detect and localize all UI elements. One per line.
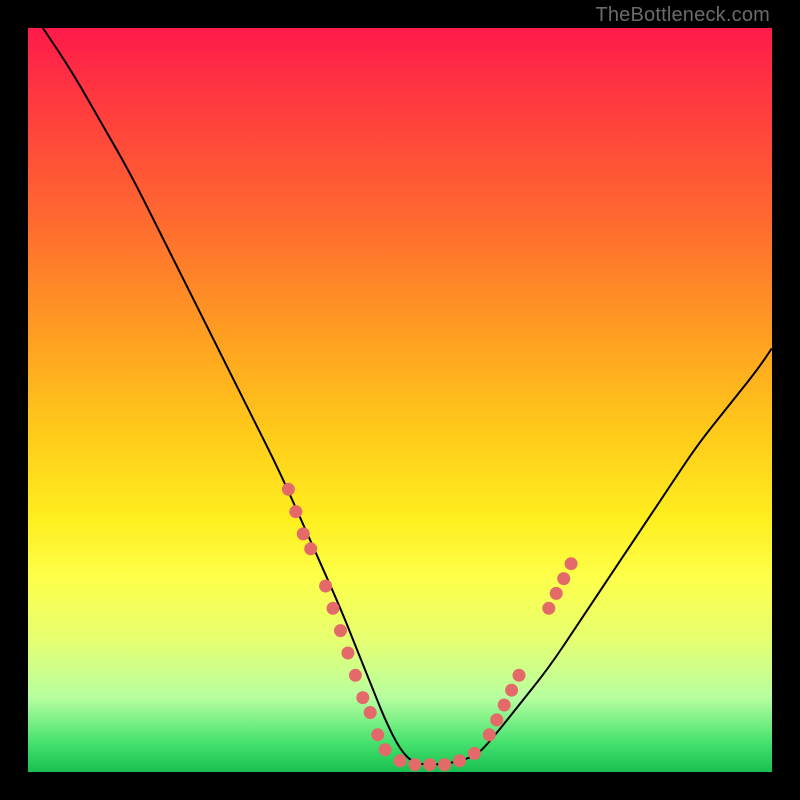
- data-markers: [282, 483, 578, 771]
- data-marker: [304, 542, 317, 555]
- bottleneck-curve: [43, 28, 772, 765]
- data-marker: [498, 699, 511, 712]
- plot-area: [28, 28, 772, 772]
- data-marker: [341, 647, 354, 660]
- data-marker: [453, 754, 466, 767]
- attribution-label: TheBottleneck.com: [595, 4, 770, 27]
- data-marker: [513, 669, 526, 682]
- data-marker: [394, 754, 407, 767]
- data-marker: [550, 587, 563, 600]
- data-marker: [423, 758, 436, 771]
- data-marker: [297, 527, 310, 540]
- data-marker: [379, 743, 392, 756]
- data-marker: [468, 747, 481, 760]
- data-marker: [438, 758, 451, 771]
- chart-frame: TheBottleneck.com: [0, 0, 800, 800]
- chart-svg: [28, 28, 772, 772]
- data-marker: [319, 580, 332, 593]
- data-marker: [542, 602, 555, 615]
- data-marker: [327, 602, 340, 615]
- data-marker: [483, 728, 496, 741]
- data-marker: [371, 728, 384, 741]
- data-marker: [364, 706, 377, 719]
- data-marker: [565, 557, 578, 570]
- data-marker: [289, 505, 302, 518]
- data-marker: [334, 624, 347, 637]
- data-marker: [282, 483, 295, 496]
- data-marker: [490, 713, 503, 726]
- data-marker: [505, 684, 518, 697]
- data-marker: [349, 669, 362, 682]
- data-marker: [356, 691, 369, 704]
- data-marker: [408, 758, 421, 771]
- data-marker: [557, 572, 570, 585]
